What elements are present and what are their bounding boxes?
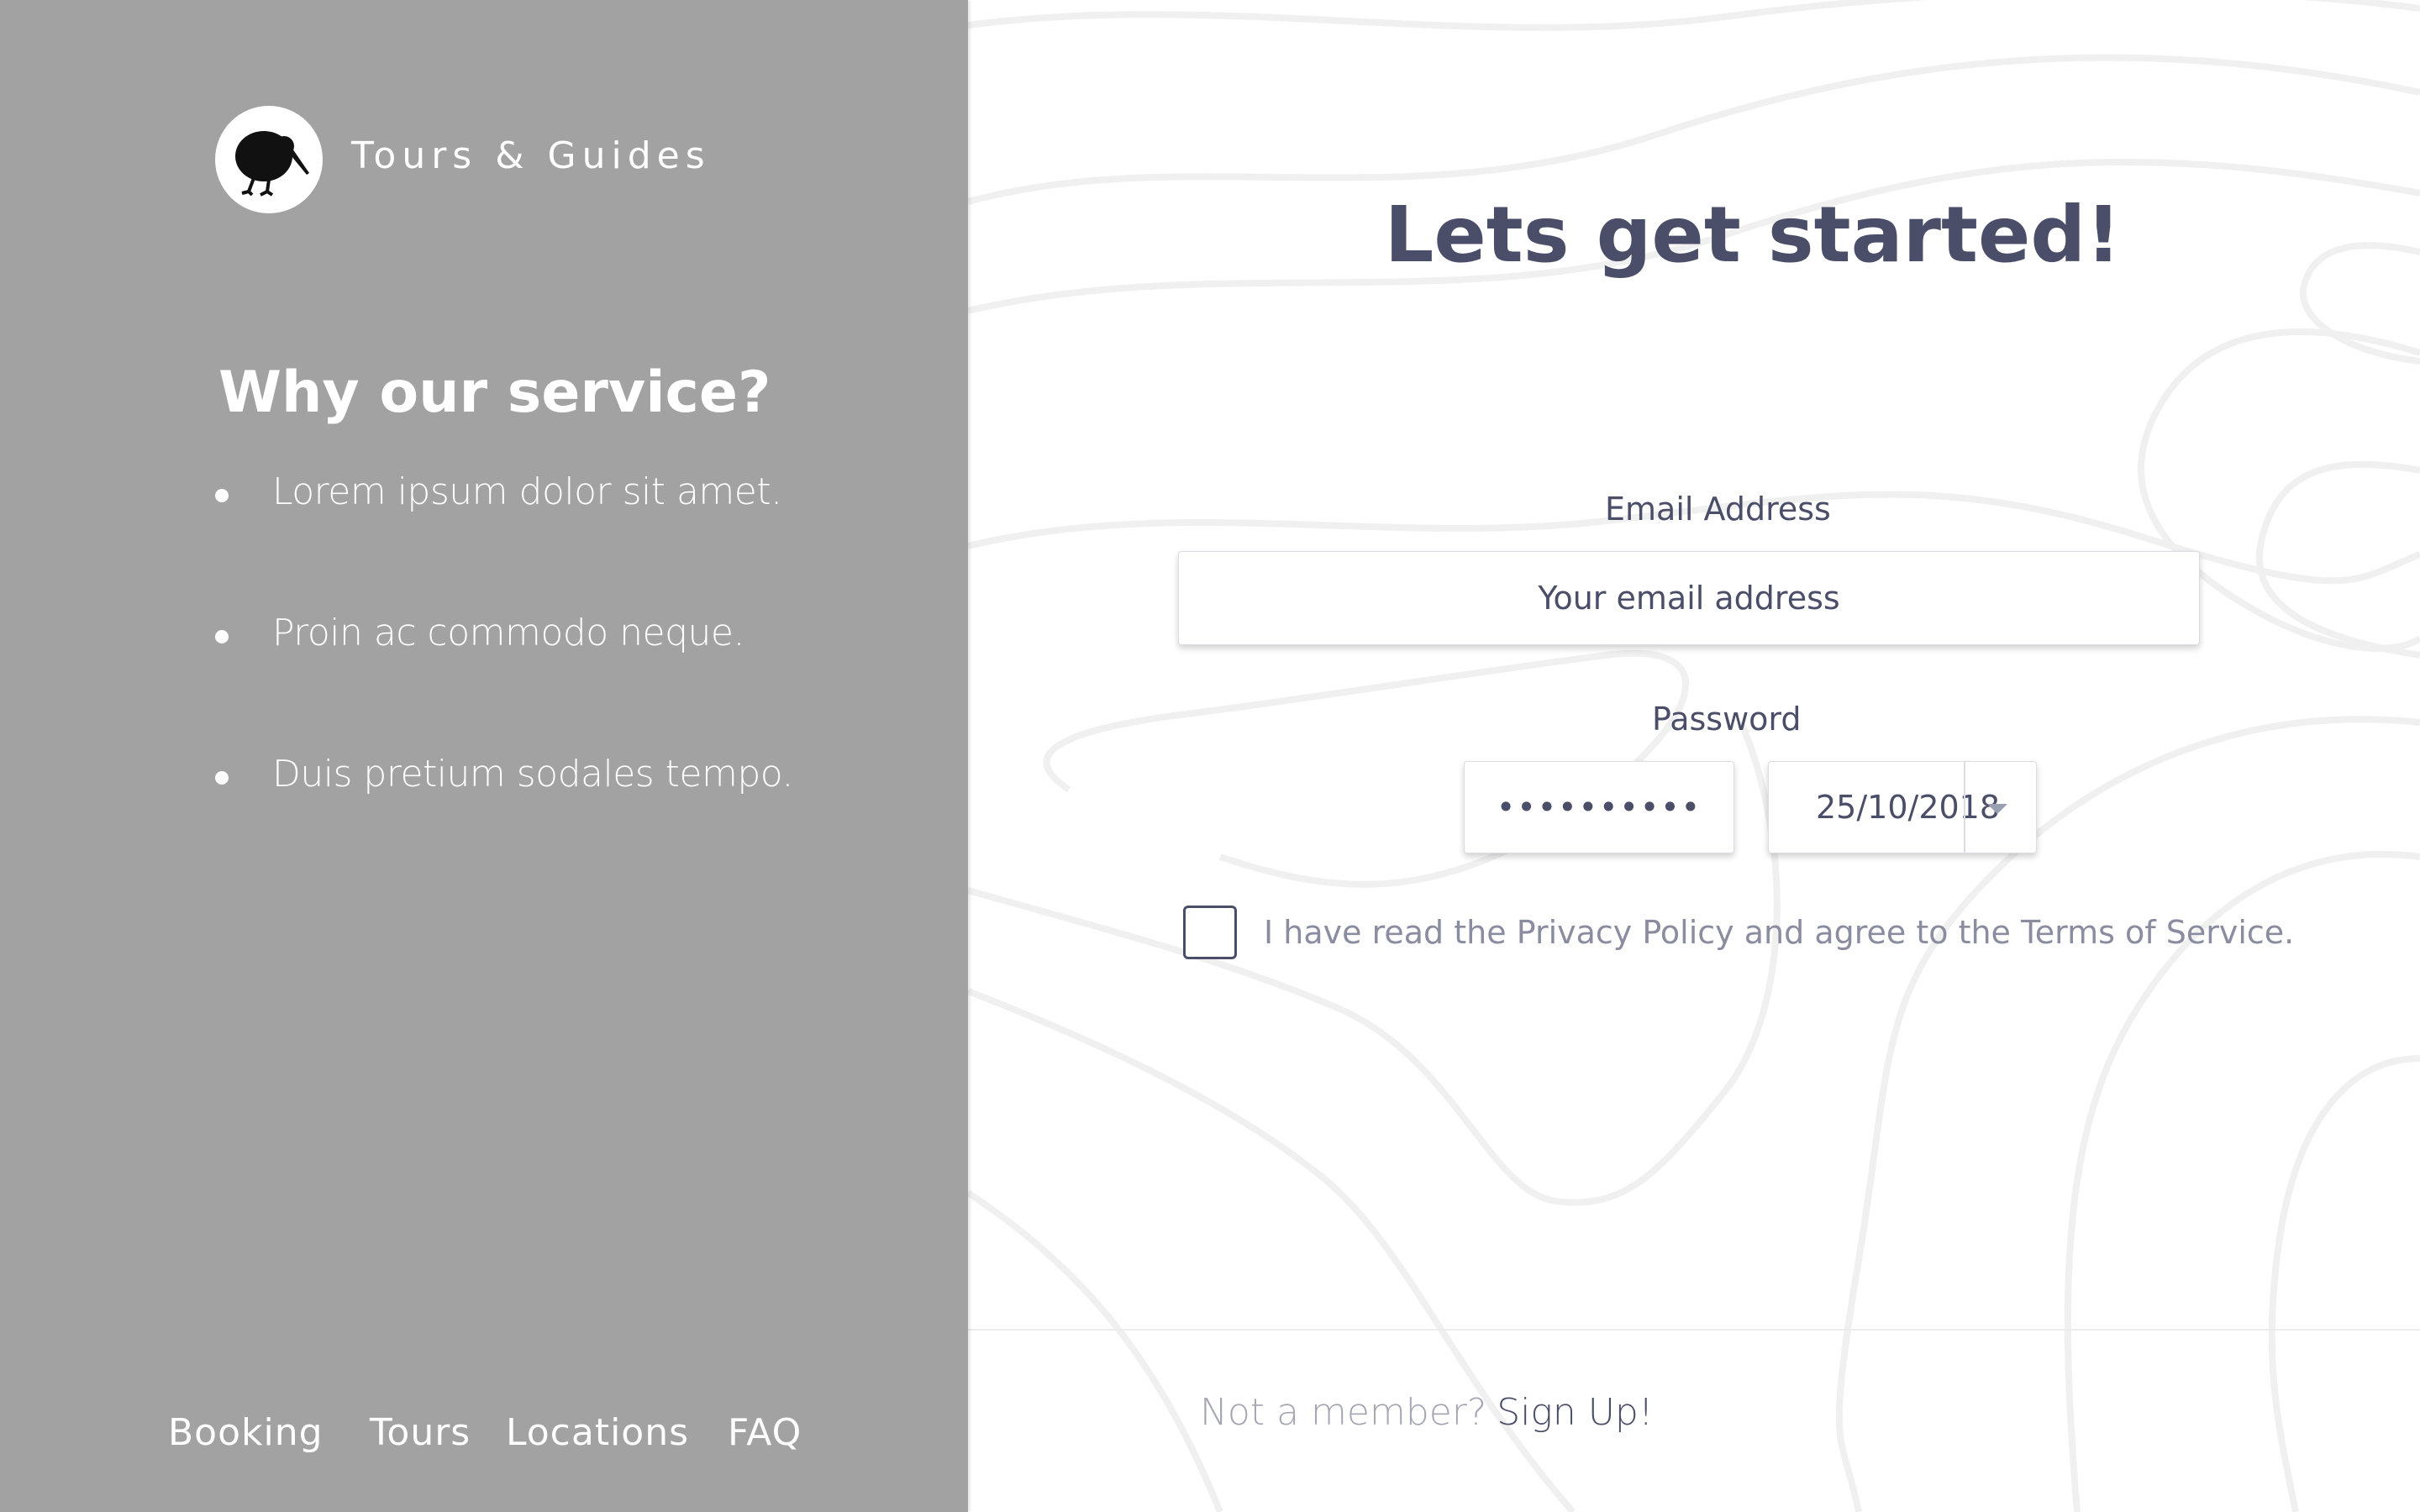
sidebar-panel: Tours & Guides Why our service? Lorem ip…: [0, 0, 968, 1512]
password-value: ••••••••••: [1496, 789, 1702, 826]
kiwi-bird-icon: [235, 131, 309, 197]
page-title: Lets get started!: [1384, 190, 2122, 280]
not-member-text: Not a member?: [1200, 1391, 1487, 1434]
brand-name: Tours & Guides: [351, 134, 711, 177]
date-select-divider: [1964, 762, 1965, 854]
signup-page: Tours & Guides Why our service? Lorem ip…: [0, 0, 2420, 1512]
bullet-text: Proin ac commodo neque.: [272, 612, 744, 654]
nav-link-booking[interactable]: Booking: [168, 1411, 324, 1454]
email-label: Email Address: [1605, 491, 1831, 528]
brand-logo[interactable]: [215, 106, 323, 213]
bullet-text: Duis pretium sodales tempo.: [272, 753, 793, 795]
bullet-icon: [215, 630, 229, 643]
sidebar-title: Why our service?: [218, 360, 771, 426]
nav-link-tours[interactable]: Tours: [370, 1411, 471, 1454]
benefits-list: Lorem ipsum dolor sit amet. Proin ac com…: [215, 470, 793, 894]
bullet-text: Lorem ipsum dolor sit amet.: [272, 470, 782, 513]
email-placeholder: Your email address: [1538, 580, 1840, 617]
date-select[interactable]: 25/10/2018: [1768, 761, 2037, 854]
email-field[interactable]: Your email address: [1178, 551, 2200, 645]
terms-label: I have read the Privacy Policy and agree…: [1264, 914, 2295, 951]
terms-checkbox[interactable]: [1183, 906, 1237, 959]
nav-link-faq[interactable]: FAQ: [728, 1411, 802, 1454]
footer-divider: [968, 1329, 2420, 1331]
list-item: Lorem ipsum dolor sit amet.: [215, 470, 793, 612]
date-value: 25/10/2018: [1816, 789, 2001, 826]
chevron-down-icon[interactable]: [1987, 804, 2007, 814]
list-item: Duis pretium sodales tempo.: [215, 753, 793, 894]
password-label: Password: [1652, 701, 1802, 738]
password-field[interactable]: ••••••••••: [1464, 761, 1734, 853]
sign-up-link[interactable]: Sign Up!: [1497, 1391, 1653, 1434]
list-item: Proin ac commodo neque.: [215, 612, 793, 753]
nav-link-locations[interactable]: Locations: [506, 1411, 689, 1454]
bullet-icon: [215, 771, 229, 785]
signup-prompt: Not a member? Sign Up!: [1200, 1391, 1653, 1434]
bullet-icon: [215, 489, 229, 502]
signup-form-panel: Lets get started! Email Address Your ema…: [968, 0, 2420, 1512]
